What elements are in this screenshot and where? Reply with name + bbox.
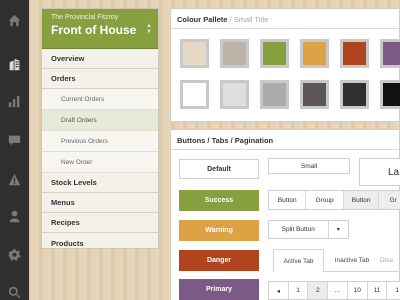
pagination-page-12[interactable]: 1: [387, 282, 400, 299]
rail-alerts[interactable]: [0, 167, 29, 191]
split-button: Split Button ▾: [268, 220, 349, 239]
venue-switcher[interactable]: The Provincial Fitzroy Front of House ▲ ▼: [42, 9, 158, 49]
rail-buildings[interactable]: [0, 52, 29, 76]
pagination-page-1[interactable]: 1: [289, 282, 309, 299]
palette-title: Colour Pallete: [177, 15, 228, 24]
components-title: Buttons / Tabs / Pagination: [177, 136, 274, 145]
nav-item-orders[interactable]: Orders: [42, 69, 158, 89]
home-icon: [8, 14, 21, 26]
colour-swatch: [220, 39, 249, 68]
colour-swatch: [180, 80, 209, 109]
rail-home[interactable]: [0, 8, 29, 32]
venue-name: The Provincial Fitzroy: [51, 14, 119, 21]
group-button-1[interactable]: Button: [269, 191, 307, 209]
tab-inactive[interactable]: Inactive Tab: [326, 249, 378, 271]
building-icon: [9, 58, 20, 70]
section-title: Front of House: [51, 23, 137, 37]
nav-item-menus[interactable]: Menus: [42, 193, 158, 213]
palette-card-title: Colour Pallete / Small Title: [171, 9, 399, 24]
rail-messages[interactable]: [0, 128, 29, 152]
group-button-4[interactable]: Gr: [379, 191, 400, 209]
split-button-caret-icon[interactable]: ▾: [329, 221, 349, 238]
nav-item-overview[interactable]: Overview: [42, 49, 158, 69]
nav-subitem-new-order[interactable]: New Order: [42, 152, 158, 173]
nav-subitem-current-orders[interactable]: Current Orders: [42, 89, 158, 110]
gear-icon: [8, 248, 21, 261]
chat-icon: [8, 135, 21, 145]
sidebar-nav: The Provincial Fitzroy Front of House ▲ ▼…: [41, 8, 159, 249]
warning-button[interactable]: Warning: [179, 220, 259, 241]
colour-swatch: [340, 80, 369, 109]
tab-active[interactable]: Active Tab: [273, 249, 324, 272]
rail-settings[interactable]: [0, 242, 29, 266]
colour-swatch: [380, 80, 400, 109]
pagination-prev-icon[interactable]: ◂: [269, 282, 289, 299]
bar-chart-icon: [8, 95, 20, 107]
nav-item-products[interactable]: Products: [42, 233, 158, 253]
colour-swatch: [380, 39, 400, 68]
colour-swatch: [300, 80, 329, 109]
small-button[interactable]: Small: [268, 158, 350, 174]
search-icon: [8, 286, 21, 298]
icon-rail: [0, 0, 29, 300]
rail-search[interactable]: [0, 280, 29, 300]
nav-subitem-previous-orders[interactable]: Previous Orders: [42, 131, 158, 152]
colour-swatch: [260, 39, 289, 68]
colour-swatch: [220, 80, 249, 109]
button-group: Button Group Button Gr: [268, 190, 400, 210]
pagination-ellipsis: ...: [328, 282, 348, 299]
group-button-3[interactable]: Button: [343, 191, 380, 209]
large-button[interactable]: La: [359, 158, 400, 186]
palette-subtitle: Small Title: [233, 15, 269, 24]
split-button-main[interactable]: Split Button: [269, 221, 329, 238]
colour-palette-card: Colour Pallete / Small Title: [170, 8, 400, 122]
colour-swatch: [180, 39, 209, 68]
warning-icon: [8, 173, 21, 185]
pagination: ◂ 1 2 ... 10 11 1: [268, 281, 400, 300]
divider: [171, 28, 399, 29]
primary-button[interactable]: Primary: [179, 279, 259, 300]
group-button-2[interactable]: Group: [306, 191, 344, 209]
switcher-caret-icon: ▲ ▼: [146, 23, 152, 35]
success-button[interactable]: Success: [179, 190, 259, 211]
rail-users[interactable]: [0, 204, 29, 228]
nav-subitem-draft-orders[interactable]: Draft Orders: [42, 110, 158, 131]
pagination-page-2[interactable]: 2: [308, 282, 329, 299]
components-card: Buttons / Tabs / Pagination: [170, 129, 400, 300]
tab-disabled: Disa: [380, 256, 394, 264]
colour-swatch: [260, 80, 289, 109]
colour-swatch: [300, 39, 329, 68]
nav-item-stock-levels[interactable]: Stock Levels: [42, 173, 158, 193]
danger-button[interactable]: Danger: [179, 250, 259, 271]
pagination-page-10[interactable]: 10: [348, 282, 368, 299]
pagination-page-11[interactable]: 11: [368, 282, 388, 299]
nav-item-recipes[interactable]: Recipes: [42, 213, 158, 233]
colour-swatch: [340, 39, 369, 68]
rail-reports[interactable]: [0, 89, 29, 113]
user-icon: [9, 210, 20, 222]
divider: [171, 149, 399, 150]
default-button[interactable]: Default: [179, 159, 259, 179]
